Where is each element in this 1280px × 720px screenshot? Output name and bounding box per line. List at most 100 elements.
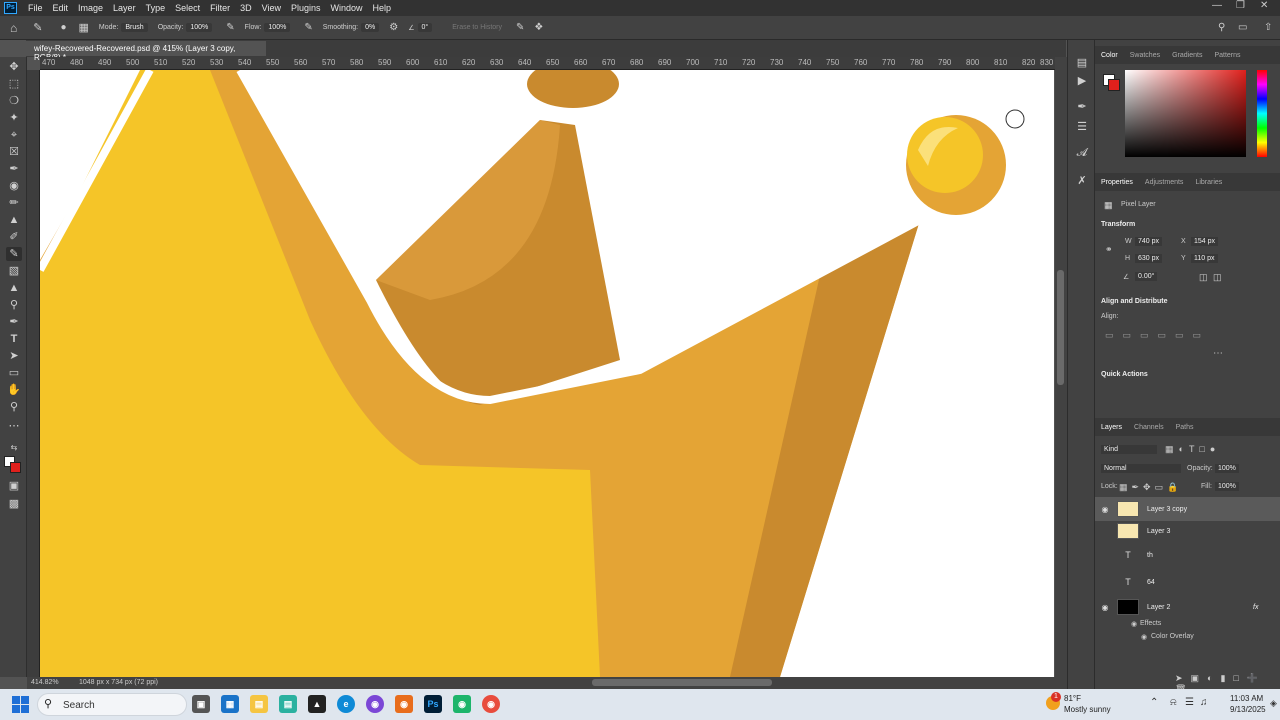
magic-wand-tool-icon[interactable]: ✦ [6,111,22,125]
more-tools-icon[interactable]: ⋯ [6,419,22,433]
y-field[interactable]: 110 px [1191,254,1218,263]
lock-icons[interactable]: ▦✒✥▭🔒 [1119,482,1182,493]
lasso-tool-icon[interactable]: ❍ [6,94,22,108]
brush-tool-icon[interactable]: ✏ [6,196,22,210]
document-tab[interactable]: wifey-Recovered-Recovered.psd @ 415% (La… [26,41,266,62]
path-selection-tool-icon[interactable]: ➤ [6,349,22,363]
screen-mode-icon[interactable]: ▩ [6,497,22,511]
pressure-opacity-icon[interactable]: ✎ [226,22,234,33]
effects-eye-icon[interactable]: ◉ [1131,620,1137,628]
character-panel-icon[interactable]: 𝓐 [1074,146,1090,160]
volume-icon[interactable]: ♫ [1200,697,1208,708]
menu-help[interactable]: Help [368,3,397,13]
pen-tool-icon[interactable]: ✒ [6,315,22,329]
color-overlay-eye-icon[interactable]: ◉ [1141,633,1147,641]
menu-filter[interactable]: Filter [205,3,235,13]
eraser-tool-icon[interactable]: ✎ [33,21,42,34]
layer-row[interactable]: T th [1095,543,1280,567]
align-buttons-icon[interactable]: ▭▭▭▭▭▭ [1105,330,1210,341]
tool-presets-icon[interactable]: ✗ [1074,174,1090,188]
menu-window[interactable]: Window [326,3,368,13]
horizontal-scroll-thumb[interactable] [592,679,772,686]
brush-settings-icon[interactable]: ▦ [79,21,89,34]
menu-plugins[interactable]: Plugins [286,3,326,13]
visibility-eye-icon[interactable]: ◉ [1095,603,1115,612]
move-tool-icon[interactable]: ✥ [6,60,22,74]
taskbar-search[interactable]: ⚲ Search [37,693,187,716]
layer-row[interactable]: Layer 3 [1095,519,1280,543]
files-app-icon[interactable]: ▤ [279,695,297,713]
more-options-icon[interactable]: ⋯ [1213,348,1223,359]
wifi-icon[interactable]: ☰ [1185,697,1194,708]
clone-stamp-tool-icon[interactable]: ▲ [6,213,22,227]
x-field[interactable]: 154 px [1191,237,1219,246]
search-icon[interactable]: ⚲ [1218,22,1225,33]
flip-vertical-icon[interactable]: ◫ [1213,272,1222,283]
microphone-icon[interactable]: ⍾ [1170,697,1177,708]
tab-swatches[interactable]: Swatches [1124,52,1166,59]
tab-libraries[interactable]: Libraries [1189,179,1228,186]
store-icon[interactable]: ▦ [221,695,239,713]
frame-tool-icon[interactable]: ☒ [6,145,22,159]
share-icon[interactable]: ⇧ [1264,22,1272,33]
brush-size-icon[interactable]: ● [60,22,66,33]
blur-tool-icon[interactable]: ▲ [6,281,22,295]
dodge-tool-icon[interactable]: ⚲ [6,298,22,312]
background-color-swatch[interactable] [10,462,21,473]
workspace-icon[interactable]: ▭ [1238,22,1247,33]
marquee-tool-icon[interactable]: ⬚ [6,77,22,91]
visibility-eye-icon[interactable]: ◉ [1095,505,1115,514]
smoothing-input[interactable]: 0% [361,23,380,32]
filter-icons[interactable]: ▦◐T□● [1165,444,1220,455]
fx-icon[interactable]: fx [1253,604,1258,611]
nvidia-icon[interactable]: ▲ [308,695,326,713]
tab-channels[interactable]: Channels [1128,424,1170,431]
brush-panel-icon[interactable]: ✒ [1074,100,1090,114]
crop-tool-icon[interactable]: ⌖ [6,128,22,142]
notifications-icon[interactable]: ◈ [1270,698,1277,709]
edge-browser-icon[interactable]: e [337,695,355,713]
restore-icon[interactable]: ❐ [1236,0,1245,11]
home-icon[interactable]: ⌂ [10,21,17,35]
menu-edit[interactable]: Edit [48,3,74,13]
rectangle-tool-icon[interactable]: ▭ [6,366,22,380]
layer-row[interactable]: ◉ Layer 3 copy [1095,497,1280,521]
quick-mask-icon[interactable]: ▣ [6,479,22,493]
menu-3d[interactable]: 3D [235,3,257,13]
flip-horizontal-icon[interactable]: ◫ [1199,272,1208,283]
document-canvas[interactable] [40,70,1054,677]
tab-paths[interactable]: Paths [1170,424,1200,431]
layer-filter-select[interactable]: Kind [1101,445,1157,454]
angle-input[interactable]: 0° [417,23,433,32]
gradient-tool-icon[interactable]: ▧ [6,264,22,278]
document-info[interactable]: 1048 px x 734 px (72 ppi) [79,679,158,686]
clock-date[interactable]: 9/13/2025 [1230,705,1266,714]
transform-section[interactable]: Transform [1101,221,1135,228]
windows-start-icon[interactable] [12,696,29,713]
file-explorer-icon[interactable]: ▤ [250,695,268,713]
eyedropper-tool-icon[interactable]: ✒ [6,162,22,176]
menu-type[interactable]: Type [141,3,171,13]
menu-layer[interactable]: Layer [108,3,141,13]
chrome-icon[interactable]: ◉ [482,695,500,713]
color-panel-background-swatch[interactable] [1108,79,1120,91]
quick-actions-section[interactable]: Quick Actions [1101,371,1148,378]
task-view-icon[interactable]: ▣ [192,695,210,713]
tab-layers[interactable]: Layers [1095,424,1128,431]
actions-panel-icon[interactable]: ▶ [1074,74,1090,88]
layer-opacity-input[interactable]: 100% [1215,464,1239,473]
minimize-icon[interactable]: — [1212,0,1222,11]
zoom-level[interactable]: 414.82% [31,679,59,686]
gear-icon[interactable]: ⚙ [389,22,398,33]
blender-icon[interactable]: ◉ [395,695,413,713]
link-icon[interactable]: ⚭ [1105,244,1113,255]
erase-to-history-checkbox[interactable]: Erase to History [452,24,502,31]
history-panel-icon[interactable]: ▤ [1074,56,1090,70]
layer-fill-input[interactable]: 100% [1215,482,1239,491]
hand-tool-icon[interactable]: ✋ [6,383,22,397]
photoshop-taskbar-icon[interactable]: Ps [424,695,442,713]
airbrush-icon[interactable]: ✎ [304,22,312,33]
height-field[interactable]: 630 px [1135,254,1163,263]
healing-tool-icon[interactable]: ◉ [6,179,22,193]
symmetry-icon[interactable]: ❖ [534,22,543,33]
